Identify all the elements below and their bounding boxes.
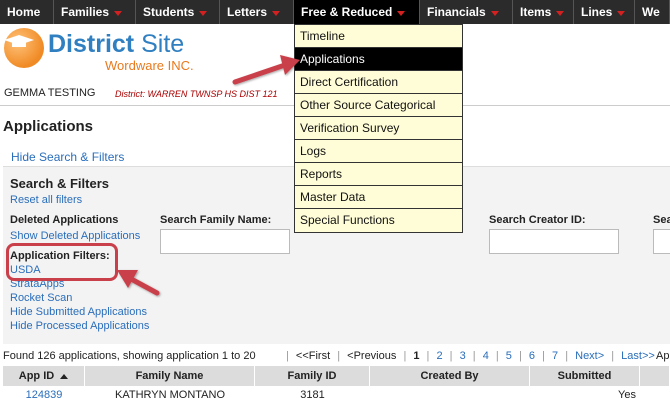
cell-submitted: Yes	[618, 389, 636, 398]
column-submitted[interactable]: Submitted	[530, 366, 640, 386]
column-extra	[640, 366, 670, 386]
nav-lines[interactable]: Lines	[574, 0, 635, 24]
caret-down-icon	[199, 10, 208, 16]
district-name: District: WARREN TWNSP HS DIST 121	[115, 89, 278, 99]
pagination: | <<First | <Previous | 1 | 2 | 3 | 4 | …	[286, 350, 655, 362]
nav-letters[interactable]: Letters	[220, 0, 294, 24]
nav-items[interactable]: Items	[513, 0, 574, 24]
search-filters-heading: Search & Filters	[10, 176, 109, 191]
pager-page-3[interactable]: 3	[460, 350, 466, 362]
show-deleted-link[interactable]: Show Deleted Applications	[10, 230, 140, 242]
menu-item-logs[interactable]: Logs	[295, 140, 462, 163]
pager-previous[interactable]: <Previous	[347, 350, 396, 362]
annotation-highlight-box	[6, 243, 118, 281]
search-partial-label: Sea	[653, 214, 670, 226]
arrow-to-applications-icon	[232, 55, 300, 85]
top-nav: Home Families Students Letters Free & Re…	[0, 0, 670, 24]
pager-next[interactable]: Next>	[575, 350, 604, 362]
filter-rocket-scan-link[interactable]: Rocket Scan	[10, 292, 72, 304]
page-title: Applications	[3, 118, 94, 135]
graduation-cap-icon	[4, 35, 34, 47]
column-created-by[interactable]: Created By	[370, 366, 530, 386]
nav-home[interactable]: Home	[0, 0, 54, 24]
column-family-id[interactable]: Family ID	[255, 366, 370, 386]
hide-submitted-link[interactable]: Hide Submitted Applications	[10, 306, 147, 318]
nav-financials[interactable]: Financials	[420, 0, 513, 24]
search-family-input[interactable]	[160, 229, 290, 254]
results-count: Found 126 applications, showing applicat…	[3, 350, 256, 362]
column-family-name[interactable]: Family Name	[85, 366, 255, 386]
search-creator-input[interactable]	[489, 229, 619, 254]
caret-down-icon	[617, 10, 626, 16]
pager-page-4[interactable]: 4	[483, 350, 489, 362]
cell-created-by	[370, 388, 530, 398]
deleted-applications-heading: Deleted Applications	[10, 214, 119, 226]
pager-page-7[interactable]: 7	[552, 350, 558, 362]
pager-last[interactable]: Last>>	[621, 350, 655, 362]
nav-families[interactable]: Families	[54, 0, 136, 24]
pager-page-1: 1	[413, 350, 420, 362]
nav-free-reduced[interactable]: Free & Reduced	[294, 0, 420, 24]
table-header: App ID Family Name Family ID Created By …	[3, 366, 670, 386]
pager-page-5[interactable]: 5	[506, 350, 512, 362]
column-app-id[interactable]: App ID	[3, 366, 85, 386]
search-partial-input[interactable]	[653, 229, 670, 254]
menu-item-applications[interactable]: Applications	[295, 48, 462, 71]
pager-page-6[interactable]: 6	[529, 350, 535, 362]
menu-item-special-functions[interactable]: Special Functions	[295, 209, 462, 232]
cell-family-name: KATHRYN MONTANO	[115, 389, 226, 398]
cell-app-id[interactable]: 124839	[3, 388, 85, 398]
search-creator-label: Search Creator ID:	[489, 214, 586, 226]
caret-down-icon	[114, 10, 123, 16]
hide-processed-link[interactable]: Hide Processed Applications	[10, 320, 149, 332]
table-row[interactable]: 124839 KATHRYN MONTANO 3181 Yes	[3, 388, 670, 398]
menu-item-master-data[interactable]: Master Data	[295, 186, 462, 209]
user-name: GEMMA TESTING	[4, 87, 96, 99]
district-site-logo: District Site Wordware INC.	[0, 26, 240, 76]
menu-item-verification-survey[interactable]: Verification Survey	[295, 117, 462, 140]
reset-filters-link[interactable]: Reset all filters	[10, 194, 82, 206]
pager-page-2[interactable]: 2	[436, 350, 442, 362]
free-reduced-dropdown: Timeline Applications Direct Certificati…	[294, 24, 463, 233]
caret-down-icon	[272, 10, 281, 16]
pager-first[interactable]: <<First	[296, 350, 330, 362]
menu-item-other-source-categorical[interactable]: Other Source Categorical	[295, 94, 462, 117]
sort-ascending-icon	[60, 373, 69, 379]
nav-students[interactable]: Students	[136, 0, 220, 24]
truncated-label: Ap	[656, 350, 670, 362]
menu-item-reports[interactable]: Reports	[295, 163, 462, 186]
menu-item-timeline[interactable]: Timeline	[295, 25, 462, 48]
nav-more[interactable]: We	[635, 0, 670, 24]
logo-subtitle: Wordware INC.	[105, 58, 194, 73]
search-family-label: Search Family Name:	[160, 214, 272, 226]
caret-down-icon	[490, 10, 499, 16]
caret-down-icon	[556, 10, 565, 16]
logo-title: District Site	[48, 30, 185, 58]
cell-family-id: 3181	[300, 389, 325, 398]
hide-search-link[interactable]: Hide Search & Filters	[11, 150, 124, 164]
caret-down-icon	[397, 10, 406, 16]
menu-item-direct-certification[interactable]: Direct Certification	[295, 71, 462, 94]
